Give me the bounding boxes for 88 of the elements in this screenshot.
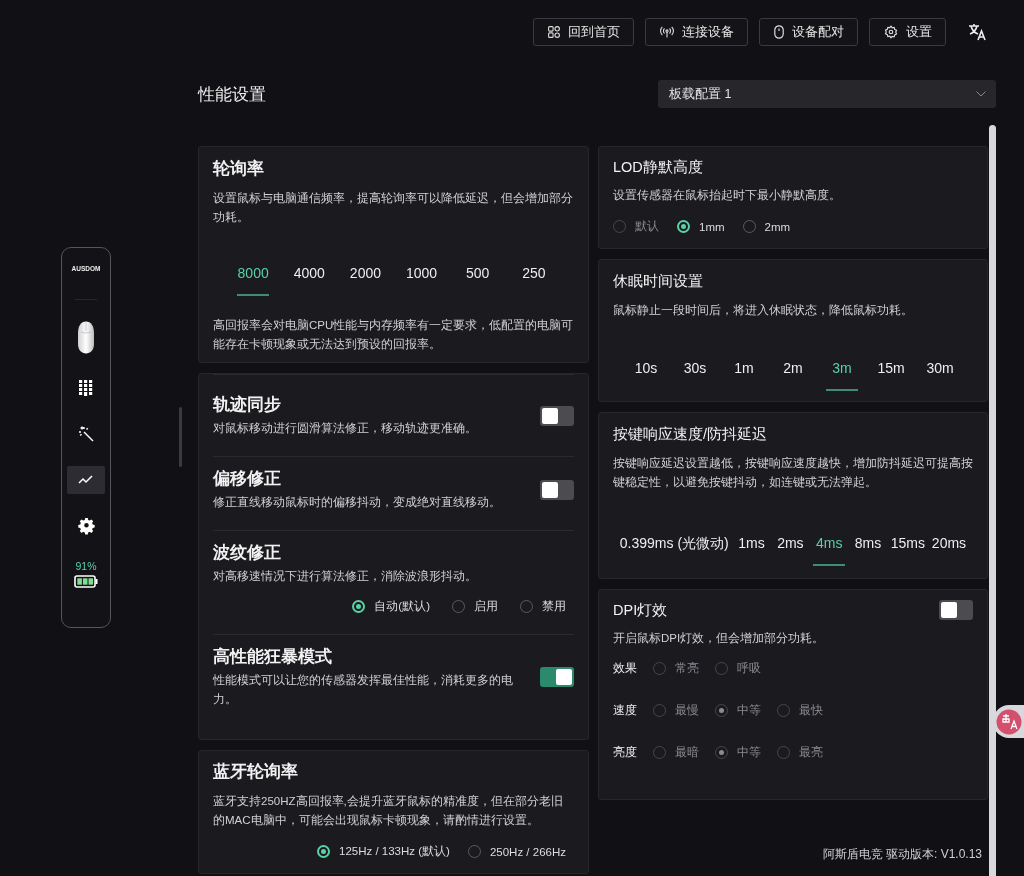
- battery-icon: [74, 575, 98, 588]
- setting-description: 按键响应延迟设置越低，按键响应速度越快，增加防抖延迟可提高按键稳定性，以避免按键抖动，如连键或无法弹起。: [613, 456, 973, 490]
- option-tab[interactable]: 30s: [679, 360, 711, 391]
- toggle-switch[interactable]: [540, 667, 574, 687]
- toggle-switch[interactable]: [540, 405, 574, 426]
- toolbar-button[interactable]: 设备配对: [759, 18, 858, 46]
- setting-title: 按键响应速度/防抖延迟: [613, 425, 769, 444]
- setting-title: LOD静默高度: [613, 158, 704, 177]
- setting-title: DPI灯效: [613, 601, 668, 620]
- setting-description: 蓝牙支持250HZ高回报率,会提升蓝牙鼠标的精准度，但在部分老旧的MAC电脑中，可能会出现鼠标卡顿现象，请酌情进行设置。: [213, 794, 564, 828]
- mouse-picture: [77, 321, 95, 354]
- setting-description: 对鼠标移动进行圆滑算法修正，移动轨迹更准确。: [213, 421, 478, 436]
- settings-icon: [884, 25, 898, 39]
- option-label: 效果: [613, 660, 637, 677]
- translate-badge[interactable]: [993, 705, 1024, 738]
- setting-description: 修正直线移动鼠标时的偏移抖动，变成绝对直线移动。: [213, 495, 502, 510]
- radio-option[interactable]: 常亮: [653, 661, 699, 676]
- apps-icon: [548, 26, 560, 38]
- option-label: 亮度: [613, 744, 637, 761]
- radio-option[interactable]: 自动(默认): [352, 599, 430, 614]
- option-tab[interactable]: 1ms: [735, 535, 768, 566]
- radio-option[interactable]: 禁用: [520, 599, 566, 614]
- setting-title: 偏移修正: [213, 468, 282, 490]
- radio-option[interactable]: 启用: [452, 599, 498, 614]
- radio-option[interactable]: 1mm: [677, 220, 725, 233]
- option-tab[interactable]: 0.399ms (光微动): [619, 535, 729, 568]
- resize-handle[interactable]: [179, 407, 182, 467]
- radio-option[interactable]: 最暗: [653, 745, 699, 760]
- battery-percentage: 91%: [75, 560, 97, 572]
- magic-wand-icon: [78, 426, 94, 442]
- toggle-switch[interactable]: [540, 479, 574, 500]
- setting-description: 设置鼠标与电脑通信频率，提高轮询率可以降低延迟，但会增加部分功耗。: [213, 191, 574, 225]
- setting-title: 高性能狂暴模式: [213, 646, 333, 668]
- option-tab[interactable]: 20ms: [931, 535, 967, 566]
- option-tab[interactable]: 2000: [349, 265, 382, 296]
- chevron-down-icon: [976, 91, 986, 97]
- setting-description: 鼠标静止一段时间后，将进入休眠状态，降低鼠标功耗。: [613, 303, 914, 318]
- radio-option[interactable]: 呼吸: [715, 661, 761, 676]
- radio-option[interactable]: 250Hz / 266Hz: [467, 845, 566, 858]
- option-tab[interactable]: 4ms: [813, 535, 846, 566]
- radio-option[interactable]: 最亮: [777, 745, 823, 760]
- option-tab[interactable]: 4000: [293, 265, 326, 296]
- option-tab[interactable]: 3m: [826, 360, 858, 391]
- toolbar-button[interactable]: 回到首页: [533, 18, 634, 46]
- setting-title: 蓝牙轮询率: [213, 761, 299, 783]
- option-tab[interactable]: 1m: [728, 360, 760, 391]
- setting-title: 波纹修正: [213, 542, 282, 564]
- setting-title: 轨迹同步: [213, 394, 282, 416]
- setting-description: 对高移速情况下进行算法修正，消除波浪形抖动。: [213, 569, 478, 584]
- language-button[interactable]: [967, 22, 987, 42]
- toggle-switch[interactable]: [939, 600, 973, 620]
- radio-option[interactable]: 中等: [715, 745, 761, 760]
- keypad-icon: [79, 380, 93, 396]
- option-label: 速度: [613, 702, 637, 719]
- option-tab[interactable]: 8ms: [852, 535, 884, 566]
- option-tab[interactable]: 250: [517, 265, 550, 296]
- setting-title: 休眠时间设置: [613, 272, 704, 291]
- setting-description: 性能模式可以让您的传感器发挥最佳性能，消耗更多的电力。: [213, 673, 514, 707]
- toolbar-button[interactable]: 设置: [869, 18, 946, 46]
- scrollbar[interactable]: [989, 125, 996, 876]
- translate-icon: [995, 708, 1022, 735]
- mouse-icon: [774, 25, 784, 39]
- option-tab[interactable]: 1000: [405, 265, 438, 296]
- option-tab[interactable]: 500: [461, 265, 494, 296]
- translate-icon: [967, 23, 987, 41]
- radio-option[interactable]: 2mm: [742, 220, 791, 233]
- option-tab[interactable]: 2m: [777, 360, 809, 391]
- line-chart-icon: [78, 475, 94, 485]
- option-tab[interactable]: 30m: [924, 360, 956, 391]
- toolbar-button[interactable]: 连接设备: [645, 18, 748, 46]
- option-tab[interactable]: 8000: [237, 265, 270, 296]
- version-text: 阿斯盾电竞 驱动版本: V1.0.13: [822, 846, 982, 863]
- antenna-icon: [660, 26, 674, 38]
- radio-option[interactable]: 最快: [777, 703, 823, 718]
- option-tab[interactable]: 2ms: [774, 535, 807, 566]
- radio-option[interactable]: 最慢: [653, 703, 699, 718]
- profile-dropdown[interactable]: 板载配置 1: [658, 80, 996, 108]
- page-title: 性能设置: [198, 83, 266, 106]
- radio-option[interactable]: 中等: [715, 703, 761, 718]
- radio-option[interactable]: 125Hz / 133Hz (默认): [317, 844, 450, 859]
- settings-icon: [77, 517, 95, 535]
- setting-description: 设置传感器在鼠标抬起时下最小静默高度。: [613, 188, 842, 203]
- setting-note: 高回报率会对电脑CPU性能与内存频率有一定要求，低配置的电脑可能存在卡顿现象或无法达到预设的回报率。: [213, 318, 574, 352]
- setting-title: 轮询率: [213, 158, 265, 180]
- option-tab[interactable]: 15ms: [890, 535, 926, 566]
- setting-description: 开启鼠标DPI灯效，但会增加部分功耗。: [613, 631, 826, 646]
- option-tab[interactable]: 15m: [875, 360, 907, 391]
- option-tab[interactable]: 10s: [630, 360, 662, 391]
